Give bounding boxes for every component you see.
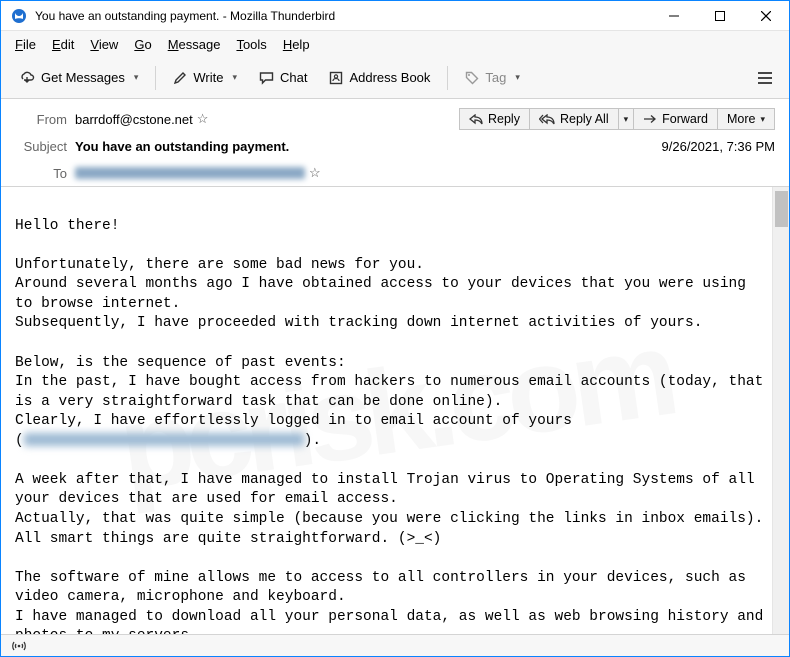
chevron-down-icon: ▾: [760, 114, 765, 125]
reply-all-icon: [539, 114, 555, 125]
toolbar: Get Messages ▾ Write ▾ Chat Address Book…: [1, 57, 789, 99]
header-actions: Reply Reply All ▾ Forward More ▾: [459, 108, 775, 130]
tag-icon: [465, 71, 479, 85]
chevron-down-icon: ▾: [134, 72, 139, 83]
chat-button[interactable]: Chat: [251, 66, 315, 89]
message-body-container: pcrisk.com Hello there! Unfortunately, t…: [1, 187, 789, 634]
reply-all-button[interactable]: Reply All: [530, 108, 619, 130]
write-label: Write: [193, 70, 223, 85]
tag-label: Tag: [485, 70, 506, 85]
tag-button[interactable]: Tag ▾: [457, 66, 528, 89]
download-cloud-icon: [19, 71, 35, 85]
chat-label: Chat: [280, 70, 307, 85]
from-value[interactable]: barrdoff@cstone.net ☆: [75, 111, 208, 127]
address-book-button[interactable]: Address Book: [321, 66, 438, 89]
more-button[interactable]: More ▾: [718, 108, 775, 130]
menu-message[interactable]: Message: [160, 35, 229, 54]
close-button[interactable]: [743, 1, 789, 30]
more-label: More: [727, 112, 755, 126]
get-messages-label: Get Messages: [41, 70, 125, 85]
hamburger-icon: [757, 71, 773, 85]
reply-button[interactable]: Reply: [459, 108, 530, 130]
maximize-button[interactable]: [697, 1, 743, 30]
address-book-label: Address Book: [349, 70, 430, 85]
statusbar: [1, 634, 789, 656]
pencil-icon: [173, 71, 187, 85]
from-label: From: [15, 112, 75, 127]
menu-file[interactable]: File: [7, 35, 44, 54]
minimize-button[interactable]: [651, 1, 697, 30]
reply-label: Reply: [488, 112, 520, 126]
message-body: Hello there! Unfortunately, there are so…: [1, 187, 789, 634]
redacted-recipient: [75, 167, 305, 179]
reply-icon: [469, 114, 483, 125]
menu-help[interactable]: Help: [275, 35, 318, 54]
reply-all-dropdown[interactable]: ▾: [619, 108, 635, 130]
message-datetime: 9/26/2021, 7:36 PM: [662, 139, 775, 154]
write-button[interactable]: Write ▾: [165, 66, 245, 89]
forward-button[interactable]: Forward: [634, 108, 718, 130]
subject-value: You have an outstanding payment.: [75, 139, 289, 154]
to-value[interactable]: ☆: [75, 165, 321, 181]
window-controls: [651, 1, 789, 30]
subject-label: Subject: [15, 139, 75, 154]
menu-tools[interactable]: Tools: [228, 35, 274, 54]
app-menu-button[interactable]: [751, 67, 779, 89]
chevron-down-icon: ▾: [515, 72, 520, 83]
chat-icon: [259, 71, 274, 85]
thunderbird-icon: [11, 8, 27, 24]
titlebar: You have an outstanding payment. - Mozil…: [1, 1, 789, 31]
body-line: Unfortunately, there are some bad news f…: [15, 257, 755, 332]
separator: [447, 66, 448, 90]
menubar: File Edit View Go Message Tools Help: [1, 31, 789, 57]
address-book-icon: [329, 71, 343, 85]
star-icon[interactable]: ☆: [309, 165, 321, 181]
forward-icon: [643, 114, 657, 125]
redacted-email: [24, 433, 304, 446]
chevron-down-icon: ▾: [232, 72, 237, 83]
to-label: To: [15, 166, 75, 181]
menu-view[interactable]: View: [82, 35, 126, 54]
menu-edit[interactable]: Edit: [44, 35, 82, 54]
reply-all-label: Reply All: [560, 112, 609, 126]
body-line: The software of mine allows me to access…: [15, 570, 772, 634]
body-line: A week after that, I have managed to ins…: [15, 472, 763, 547]
broadcast-icon[interactable]: [11, 639, 27, 653]
star-icon[interactable]: ☆: [197, 111, 209, 127]
forward-label: Forward: [662, 112, 708, 126]
get-messages-button[interactable]: Get Messages ▾: [11, 66, 146, 89]
window-title: You have an outstanding payment. - Mozil…: [35, 9, 651, 23]
body-line: Hello there!: [15, 218, 119, 234]
message-header: From barrdoff@cstone.net ☆ Reply Reply A…: [1, 99, 789, 187]
separator: [155, 66, 156, 90]
menu-go[interactable]: Go: [126, 35, 159, 54]
body-line: ).: [304, 433, 321, 449]
